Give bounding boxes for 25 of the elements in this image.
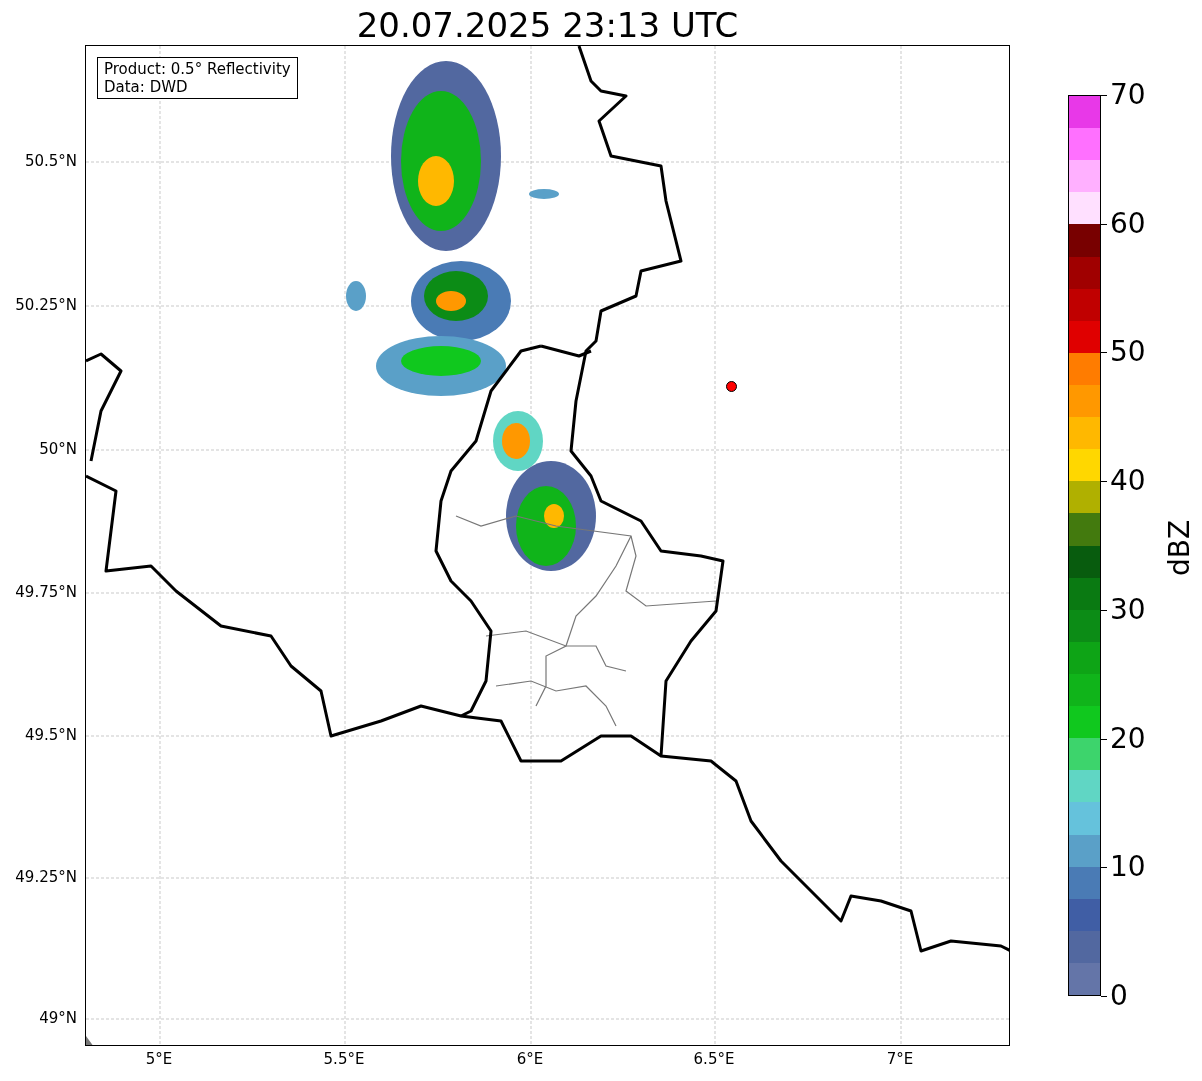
latitude-label: 49.25°N: [15, 868, 77, 886]
longitude-label: 6.5°E: [692, 1050, 736, 1068]
info-text: Data: DWD: [104, 78, 189, 96]
colorbar-tick-label: 30: [1110, 593, 1146, 626]
latitude-label: 50.25°N: [15, 296, 77, 314]
latitude-label: 49.75°N: [15, 583, 77, 601]
colorbar-tick-label: 20: [1110, 722, 1146, 755]
longitude-label: 6°E: [515, 1050, 545, 1068]
colorbar-tick-label: 0: [1110, 980, 1128, 1012]
longitude-label: 5°E: [144, 1050, 174, 1068]
colorbar-tick-label: 50: [1110, 336, 1146, 369]
colorbar-tick-label: 10: [1110, 851, 1146, 884]
latitude-label: 49.5°N: [24, 726, 77, 744]
latitude-label: 50°N: [39, 440, 77, 458]
latitude-label: 50.5°N: [24, 152, 77, 170]
info-text: Product: 0.5° Reflectivity: [104, 60, 291, 78]
latitude-label: 49°N: [39, 1009, 77, 1027]
longitude-label: 7°E: [885, 1050, 915, 1068]
colorbar-tick-label: 60: [1110, 207, 1146, 240]
colorbar-tick-label: 40: [1110, 465, 1146, 498]
location-marker: [726, 381, 737, 392]
colorbar-tick-label: 70: [1110, 79, 1146, 111]
longitude-label: 5.5°E: [322, 1050, 366, 1068]
chart-title: 20.07.2025 23:13 UTC: [355, 4, 740, 46]
colorbar-label: dBZ: [1162, 518, 1197, 578]
